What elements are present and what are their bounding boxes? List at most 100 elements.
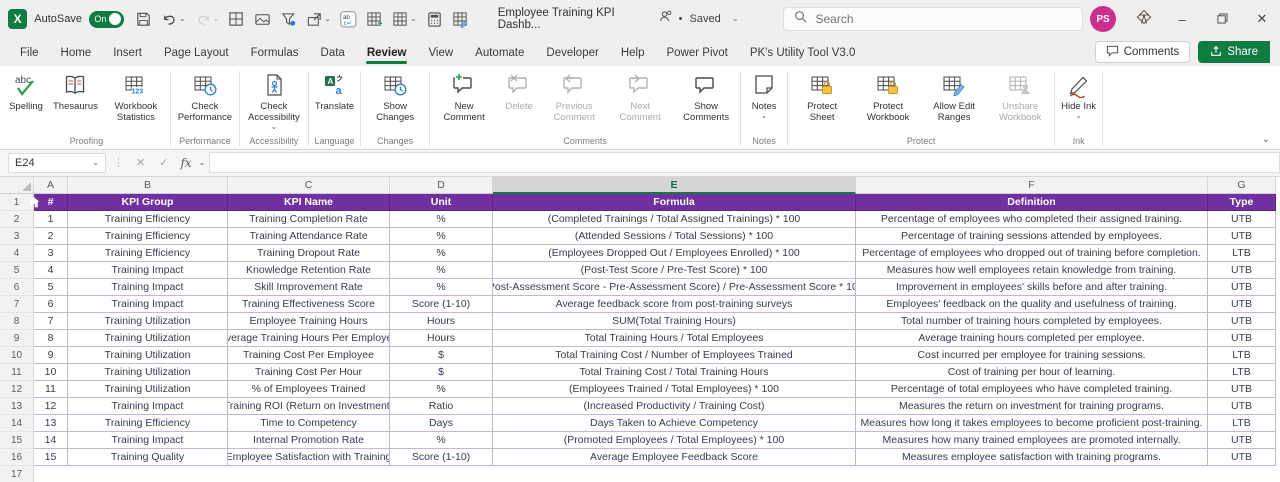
protect-workbook-button[interactable]: Protect Workbook <box>855 68 921 135</box>
header-cell-B[interactable]: KPI Group <box>68 194 228 211</box>
tab-automate[interactable]: Automate <box>465 42 534 66</box>
header-cell-D[interactable]: Unit <box>390 194 493 211</box>
restore-button[interactable] <box>1212 12 1232 27</box>
cell[interactable]: Hours <box>390 330 493 347</box>
share-button[interactable]: Share <box>1198 41 1270 63</box>
new-comment-button[interactable]: New Comment <box>431 68 497 135</box>
cell[interactable]: Training Utilization <box>68 364 228 381</box>
tab-home[interactable]: Home <box>51 42 102 66</box>
tab-insert[interactable]: Insert <box>103 42 152 66</box>
cell[interactable]: Total Training Hours / Total Employees <box>493 330 856 347</box>
borders-icon[interactable] <box>228 11 245 28</box>
cell[interactable]: Skill Improvement Rate <box>228 279 390 296</box>
cell[interactable]: Internal Promotion Rate <box>228 432 390 449</box>
cell[interactable]: Average feedback score from post-trainin… <box>493 296 856 313</box>
cell[interactable]: Training Dropout Rate <box>228 245 390 262</box>
table-edit-icon[interactable] <box>452 11 469 28</box>
tab-page-layout[interactable]: Page Layout <box>154 42 239 66</box>
notes-button[interactable]: Notes⌄ <box>742 68 786 135</box>
show-changes-button[interactable]: Show Changes <box>362 68 428 135</box>
cell[interactable]: Average Employee Feedback Score <box>493 449 856 466</box>
cell[interactable]: 10 <box>34 364 68 381</box>
tab-view[interactable]: View <box>418 42 463 66</box>
cell[interactable]: Hours <box>390 313 493 330</box>
cell[interactable]: Percentage of total employees who have c… <box>856 381 1208 398</box>
header-cell-F[interactable]: Definition <box>856 194 1208 211</box>
cell[interactable]: UTB <box>1208 381 1276 398</box>
empty-cell[interactable] <box>390 466 493 482</box>
redo-icon[interactable]: ⌄ <box>195 11 220 28</box>
cell[interactable]: Training Impact <box>68 296 228 313</box>
tab-formulas[interactable]: Formulas <box>241 42 309 66</box>
cell[interactable]: Training Impact <box>68 398 228 415</box>
empty-cell[interactable] <box>493 466 856 482</box>
cell[interactable]: Measures how many trained employees are … <box>856 432 1208 449</box>
save-icon[interactable] <box>135 11 152 28</box>
cell[interactable]: UTB <box>1208 449 1276 466</box>
translate-button[interactable]: AaTranslate <box>310 68 359 135</box>
check-accessibility-button[interactable]: Check Accessibility⌄ <box>241 68 307 135</box>
cell[interactable]: 15 <box>34 449 68 466</box>
cell[interactable]: % <box>390 262 493 279</box>
cell[interactable]: UTB <box>1208 398 1276 415</box>
cell[interactable]: Measures employee satisfaction with trai… <box>856 449 1208 466</box>
cell[interactable]: Training Efficiency <box>68 228 228 245</box>
cell[interactable]: (Employees Dropped Out / Employees Enrol… <box>493 245 856 262</box>
cell[interactable]: Training Attendance Rate <box>228 228 390 245</box>
cell[interactable]: Ratio <box>390 398 493 415</box>
cell[interactable]: Cost of training per hour of learning. <box>856 364 1208 381</box>
cell[interactable]: % <box>390 279 493 296</box>
cell[interactable]: Total Training Cost / Number of Employee… <box>493 347 856 364</box>
column-header-D[interactable]: D <box>390 177 493 194</box>
collapse-ribbon-icon[interactable]: ⌄ <box>1262 134 1270 145</box>
cell[interactable]: (Promoted Employees / Total Employees) *… <box>493 432 856 449</box>
cell[interactable]: Total Training Cost / Total Training Hou… <box>493 364 856 381</box>
cell[interactable]: 5 <box>34 279 68 296</box>
cell[interactable]: LTB <box>1208 415 1276 432</box>
cell[interactable]: Training Impact <box>68 432 228 449</box>
name-box[interactable]: E24 ⌄ <box>8 153 106 173</box>
cell[interactable]: LTB <box>1208 347 1276 364</box>
cell[interactable]: Percentage of training sessions attended… <box>856 228 1208 245</box>
cell[interactable]: Score (1-10) <box>390 449 493 466</box>
row-header-10[interactable]: 10 <box>0 347 34 364</box>
close-button[interactable]: ✕ <box>1252 11 1272 27</box>
filter-icon[interactable] <box>280 11 297 28</box>
cell[interactable]: Training Efficiency <box>68 245 228 262</box>
column-header-E[interactable]: E <box>493 177 856 194</box>
show-comments-button[interactable]: Show Comments <box>673 68 739 135</box>
cell[interactable]: Training Cost Per Hour <box>228 364 390 381</box>
row-header-9[interactable]: 9 <box>0 330 34 347</box>
cell[interactable]: Employee Training Hours <box>228 313 390 330</box>
name-box-dropdown-icon[interactable]: ⌄ <box>92 159 99 167</box>
cell[interactable]: $ <box>390 364 493 381</box>
cell[interactable]: Score (1-10) <box>390 296 493 313</box>
cell[interactable]: UTB <box>1208 330 1276 347</box>
cell[interactable]: % <box>390 245 493 262</box>
formula-input[interactable] <box>209 152 1280 173</box>
cell[interactable]: (Post-Assessment Score - Pre-Assessment … <box>493 279 856 296</box>
cell[interactable]: UTB <box>1208 228 1276 245</box>
cell[interactable]: 8 <box>34 330 68 347</box>
cell[interactable]: Total number of training hours completed… <box>856 313 1208 330</box>
column-header-C[interactable]: C <box>228 177 390 194</box>
cell[interactable]: Average Training Hours Per Employee <box>228 330 390 347</box>
cell[interactable]: Training Cost Per Employee <box>228 347 390 364</box>
insert-table-icon[interactable] <box>366 11 383 28</box>
row-header-14[interactable]: 14 <box>0 415 34 432</box>
cell[interactable]: Training Efficiency <box>68 211 228 228</box>
minimize-button[interactable]: – <box>1172 12 1192 27</box>
cell[interactable]: 11 <box>34 381 68 398</box>
cell[interactable]: Training Utilization <box>68 381 228 398</box>
cell[interactable]: Time to Competency <box>228 415 390 432</box>
tab-review[interactable]: Review <box>357 42 417 66</box>
calculator-icon[interactable] <box>426 11 443 28</box>
cell[interactable]: Measures the return on investment for tr… <box>856 398 1208 415</box>
sensitivity-diamond-icon[interactable] <box>1136 9 1152 30</box>
row-header-8[interactable]: 8 <box>0 313 34 330</box>
row-header-15[interactable]: 15 <box>0 432 34 449</box>
column-header-A[interactable]: A <box>34 177 68 194</box>
row-header-3[interactable]: 3 <box>0 228 34 245</box>
empty-cell[interactable] <box>856 466 1208 482</box>
cell[interactable]: (Increased Productivity / Training Cost) <box>493 398 856 415</box>
